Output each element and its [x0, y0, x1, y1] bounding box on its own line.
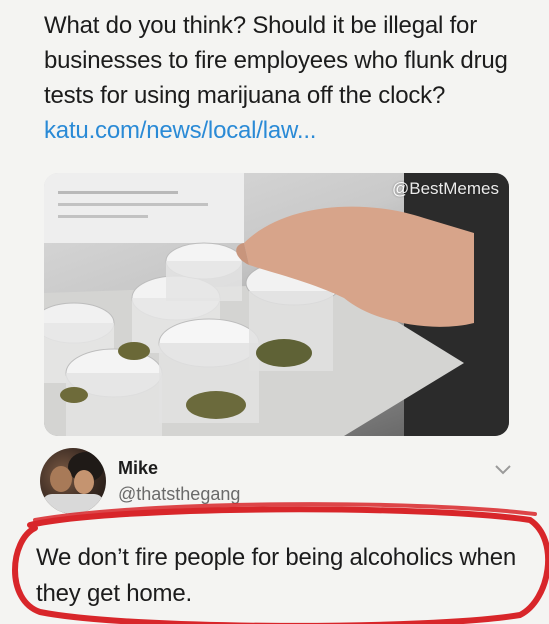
post-text: What do you think? Should it be illegal … — [44, 12, 508, 109]
post-image[interactable]: @BestMemes — [44, 173, 509, 436]
reply-author-handle[interactable]: @thatsthegang — [118, 484, 240, 505]
post-link[interactable]: katu.com/news/local/law... — [44, 117, 316, 144]
avatar[interactable] — [40, 448, 106, 514]
document-paper — [44, 173, 244, 243]
reply-author-name[interactable]: Mike — [118, 458, 158, 479]
cannabis-jars-photo — [44, 173, 509, 436]
reply-text: We don’t fire people for being alcoholic… — [36, 544, 516, 607]
watermark: @BestMemes — [391, 179, 499, 198]
chevron-down-icon[interactable] — [494, 464, 512, 476]
reply-header: Mike @thatsthegang — [40, 448, 520, 518]
post-text-block: What do you think? Should it be illegal … — [44, 8, 514, 148]
